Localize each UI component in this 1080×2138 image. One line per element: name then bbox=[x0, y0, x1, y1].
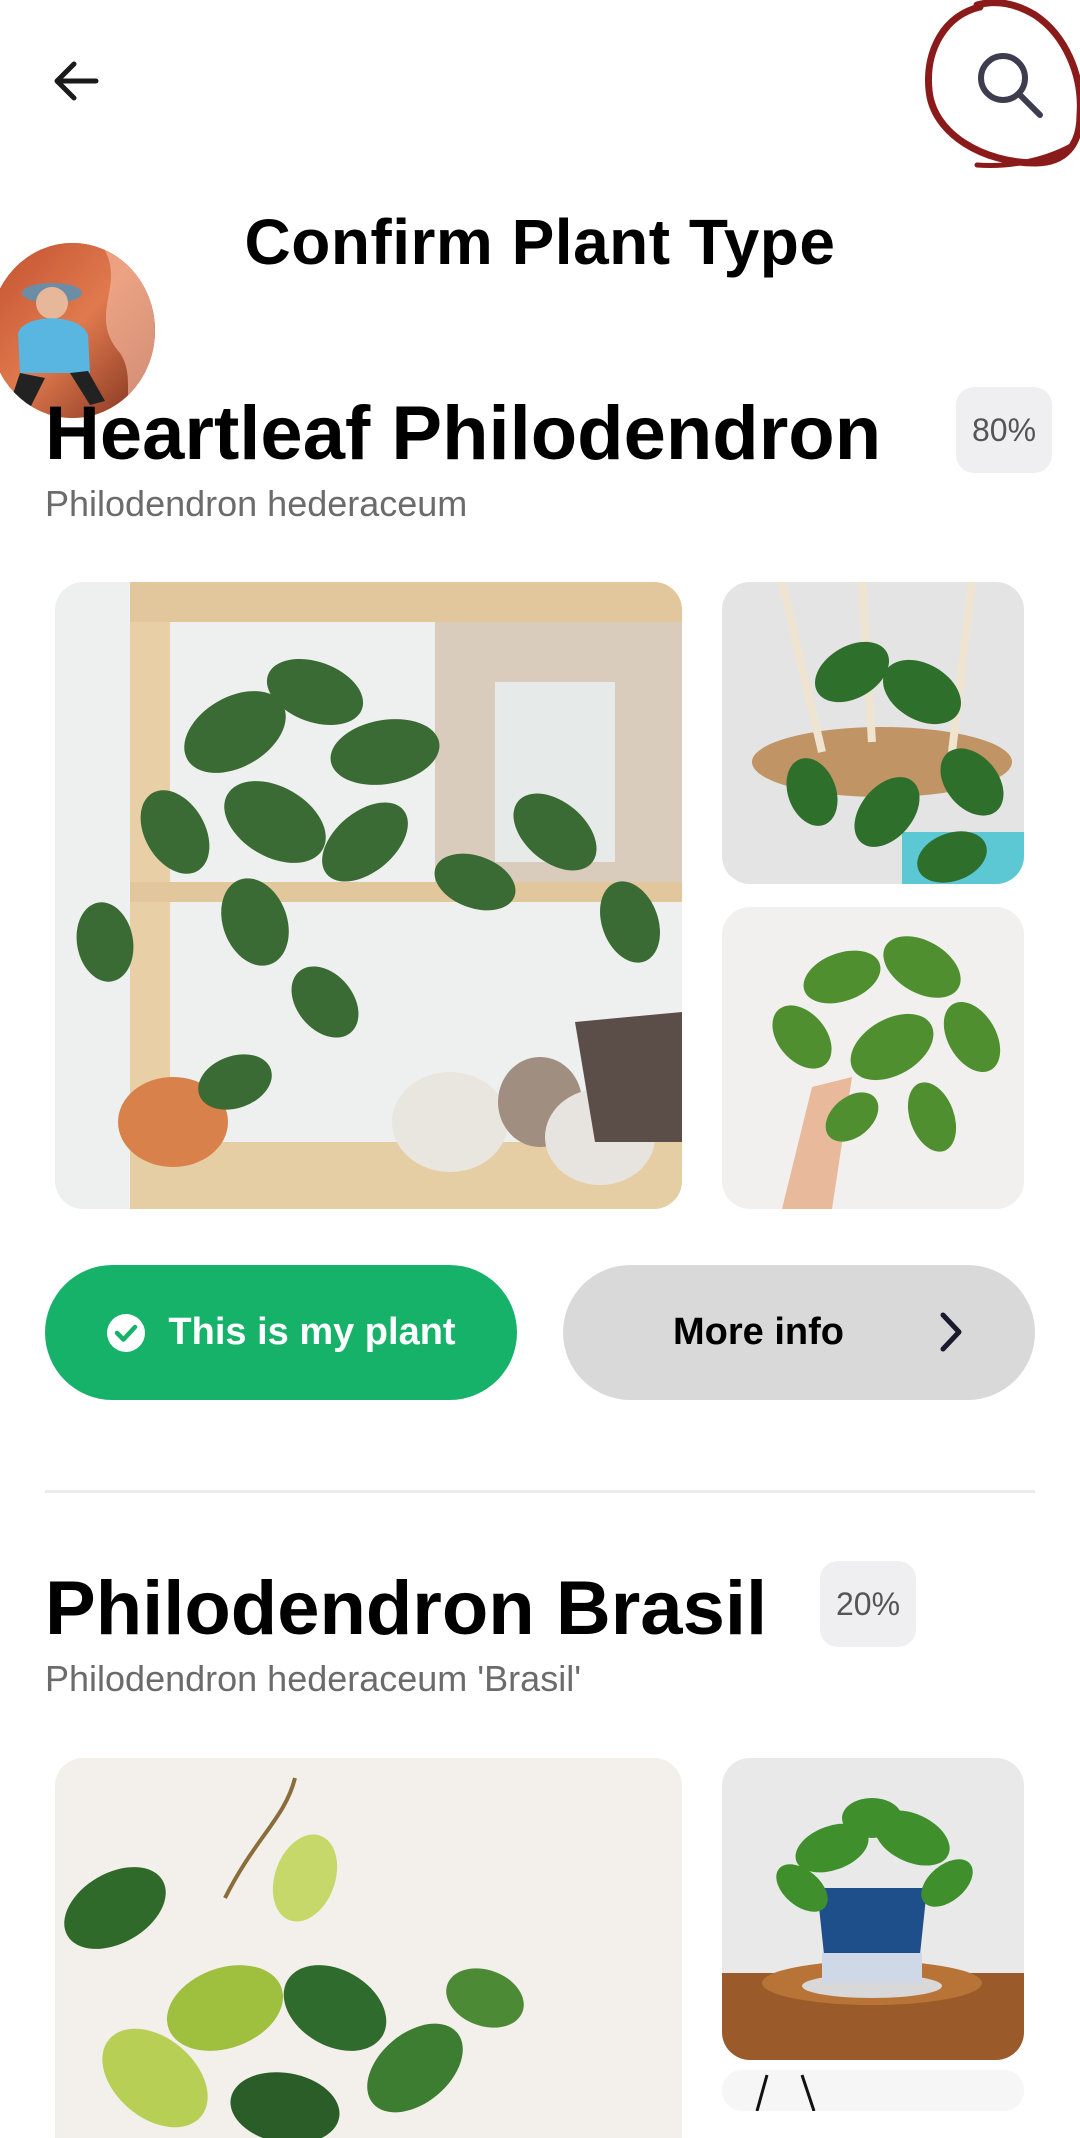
back-button[interactable] bbox=[40, 45, 112, 117]
plant-photo-main-2[interactable] bbox=[55, 1758, 682, 2138]
page-title: Confirm Plant Type bbox=[244, 206, 836, 278]
confirm-label: This is my plant bbox=[168, 1311, 456, 1353]
plant-photo-3-1[interactable] bbox=[722, 907, 1024, 1209]
potted-plant-image bbox=[722, 1758, 1024, 2060]
chevron-right-icon bbox=[940, 1312, 962, 1352]
plant-photo-2-1[interactable] bbox=[722, 582, 1024, 884]
handheld-plant-image bbox=[722, 907, 1024, 1209]
this-is-my-plant-button[interactable]: This is my plant bbox=[45, 1265, 517, 1400]
shelf-plant-image bbox=[55, 582, 682, 1209]
more-info-label: More info bbox=[673, 1311, 844, 1353]
confidence-badge-1: 80% bbox=[956, 387, 1052, 473]
search-button[interactable] bbox=[960, 40, 1060, 130]
more-info-button[interactable]: More info bbox=[563, 1265, 1035, 1400]
plant-name-1: Heartleaf Philodendron bbox=[45, 391, 882, 476]
plant-photo-3-2-partial bbox=[722, 2070, 1024, 2111]
plant-photo-2-2[interactable] bbox=[722, 1758, 1024, 2060]
section-divider bbox=[45, 1490, 1035, 1493]
arrow-left-icon bbox=[54, 61, 99, 101]
check-circle-icon bbox=[107, 1313, 146, 1352]
scientific-name-1: Philodendron hederaceum bbox=[45, 483, 468, 524]
plant-photo-main-1[interactable] bbox=[55, 582, 682, 1209]
search-icon bbox=[978, 53, 1043, 118]
hanging-plant-image bbox=[722, 582, 1024, 884]
brasil-plant-image bbox=[55, 1758, 682, 2138]
plant-name-2: Philodendron Brasil bbox=[45, 1566, 768, 1651]
scientific-name-2: Philodendron hederaceum 'Brasil' bbox=[45, 1658, 582, 1699]
confidence-badge-2: 20% bbox=[820, 1561, 916, 1647]
